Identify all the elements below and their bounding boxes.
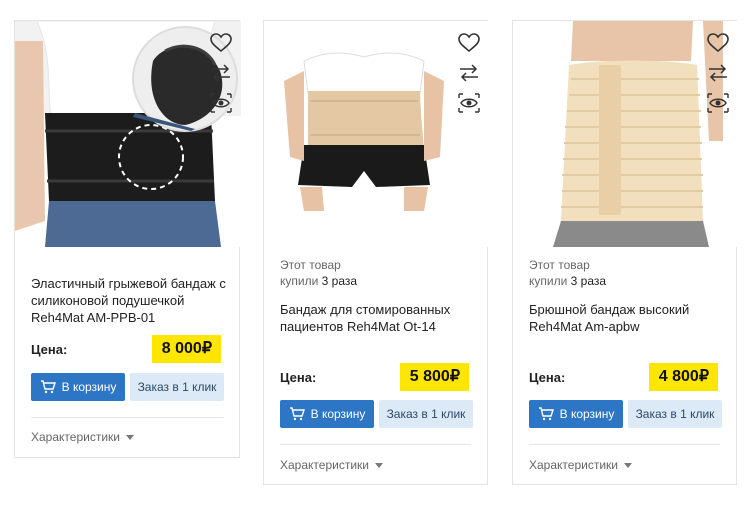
caret-down-icon — [374, 462, 383, 468]
product-card: Этот товар купили 3 раза Брюшной бандаж … — [512, 20, 738, 485]
caret-down-icon — [125, 434, 134, 440]
quick-order-button[interactable]: Заказ в 1 клик — [130, 373, 224, 401]
eye-icon[interactable] — [457, 91, 481, 115]
divider — [31, 417, 223, 418]
bought-count: Этот товар купили 3 раза — [529, 257, 606, 289]
product-actions — [706, 31, 730, 121]
compare-icon[interactable] — [706, 61, 730, 85]
price-label: Цена: — [529, 370, 566, 385]
divider — [280, 444, 471, 445]
cart-icon — [538, 407, 554, 421]
bought-count: Этот товар купили 3 раза — [280, 257, 357, 289]
specs-toggle[interactable]: Характеристики — [31, 430, 134, 444]
compare-icon[interactable] — [457, 61, 481, 85]
price-badge: 4 800₽ — [648, 363, 718, 391]
divider — [529, 444, 720, 445]
heart-icon[interactable] — [209, 31, 233, 55]
quick-order-label: Заказ в 1 клик — [635, 407, 715, 421]
heart-icon[interactable] — [706, 31, 730, 55]
product-actions — [209, 31, 233, 121]
add-to-cart-button[interactable]: В корзину — [529, 400, 623, 428]
eye-icon[interactable] — [706, 91, 730, 115]
bought-prefix: Этот товар — [280, 258, 341, 272]
specs-toggle[interactable]: Характеристики — [280, 458, 383, 472]
product-card: Этот товар купили 3 раза Бандаж для стом… — [263, 20, 489, 485]
quick-order-label: Заказ в 1 клик — [137, 380, 217, 394]
product-title[interactable]: Бандаж для стомированных пациентов Reh4M… — [280, 301, 480, 335]
quick-order-button[interactable]: Заказ в 1 клик — [628, 400, 722, 428]
product-actions — [457, 31, 481, 121]
cart-icon — [289, 407, 305, 421]
add-to-cart-button[interactable]: В корзину — [31, 373, 125, 401]
product-image[interactable] — [15, 21, 241, 247]
add-to-cart-label: В корзину — [559, 407, 615, 421]
compare-icon[interactable] — [209, 61, 233, 85]
specs-toggle[interactable]: Характеристики — [529, 458, 632, 472]
price-badge: 8 000₽ — [151, 335, 221, 363]
product-title[interactable]: Эластичный грыжевой бандаж с силиконовой… — [31, 275, 231, 326]
bought-count-value: 3 раза — [570, 274, 607, 288]
bought-mid: купили — [280, 274, 319, 288]
bought-mid: купили — [529, 274, 568, 288]
product-image[interactable] — [513, 21, 738, 247]
caret-down-icon — [623, 462, 632, 468]
add-to-cart-label: В корзину — [310, 407, 366, 421]
quick-order-button[interactable]: Заказ в 1 клик — [379, 400, 473, 428]
heart-icon[interactable] — [457, 31, 481, 55]
price-label: Цена: — [31, 342, 68, 357]
price-label: Цена: — [280, 370, 317, 385]
eye-icon[interactable] — [209, 91, 233, 115]
price-badge: 5 800₽ — [399, 363, 469, 391]
add-to-cart-label: В корзину — [61, 380, 117, 394]
product-title[interactable]: Брюшной бандаж высокий Reh4Mat Am-apbw — [529, 301, 729, 335]
add-to-cart-button[interactable]: В корзину — [280, 400, 374, 428]
specs-label: Характеристики — [280, 458, 369, 472]
specs-label: Характеристики — [529, 458, 618, 472]
quick-order-label: Заказ в 1 клик — [386, 407, 466, 421]
specs-label: Характеристики — [31, 430, 120, 444]
bought-count-value: 3 раза — [321, 274, 358, 288]
cart-icon — [40, 380, 56, 394]
bought-prefix: Этот товар — [529, 258, 590, 272]
product-image[interactable] — [264, 21, 489, 247]
product-card: Эластичный грыжевой бандаж с силиконовой… — [14, 20, 241, 458]
